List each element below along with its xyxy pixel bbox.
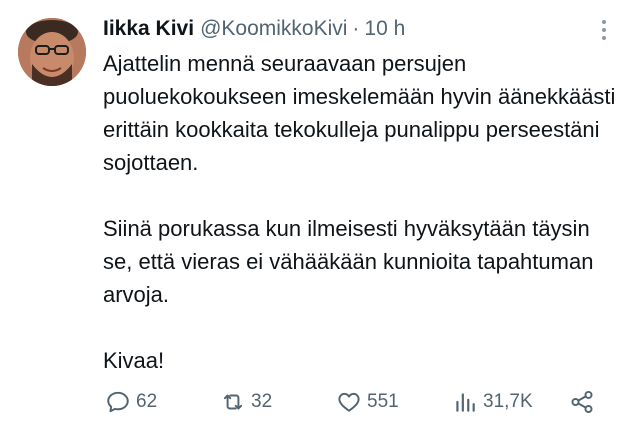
tweet-card: Iikka Kivi @KoomikkoKivi · 10 h Ajatteli…	[0, 0, 638, 438]
tweet-paragraph: Siinä porukassa kun ilmeisesti hyväksytä…	[103, 216, 594, 307]
share-button[interactable]	[569, 384, 595, 420]
separator-dot: ·	[352, 17, 360, 40]
reply-button[interactable]: 62	[105, 384, 157, 420]
views-icon	[456, 393, 475, 412]
avatar[interactable]	[18, 18, 86, 86]
display-name[interactable]: Iikka Kivi	[103, 17, 194, 41]
tweet-text: Ajattelin mennä seuraavaan persujen puol…	[103, 47, 623, 377]
timestamp[interactable]: 10 h	[364, 17, 405, 41]
profile-photo-icon	[18, 18, 86, 86]
heart-icon	[338, 392, 360, 412]
more-options-button[interactable]	[594, 16, 614, 44]
reply-icon	[107, 391, 129, 413]
action-bar: 62 32 551 31,7K	[103, 384, 615, 420]
like-button[interactable]: 551	[336, 384, 399, 420]
user-handle[interactable]: @KoomikkoKivi	[200, 17, 347, 41]
tweet-header: Iikka Kivi @KoomikkoKivi · 10 h	[103, 12, 405, 46]
tweet-paragraph: Kivaa!	[103, 348, 165, 373]
retweet-icon	[223, 394, 243, 410]
more-vertical-icon	[602, 20, 606, 24]
like-count: 551	[367, 391, 399, 412]
tweet-paragraph: Ajattelin mennä seuraavaan persujen puol…	[103, 51, 616, 175]
retweet-button[interactable]: 32	[220, 384, 272, 420]
views-button[interactable]: 31,7K	[452, 384, 533, 420]
reply-count: 62	[136, 391, 158, 412]
views-count: 31,7K	[483, 391, 533, 412]
retweet-count: 32	[251, 391, 273, 412]
share-icon	[571, 390, 593, 414]
